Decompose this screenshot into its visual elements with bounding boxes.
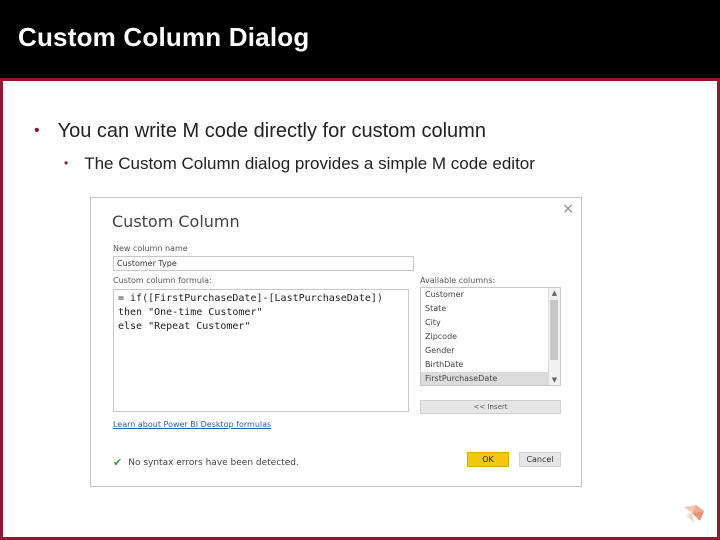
insert-button[interactable]: << Insert <box>420 400 561 414</box>
scroll-up-icon[interactable]: ▲ <box>549 288 560 298</box>
slide-title: Custom Column Dialog <box>18 22 310 52</box>
syntax-status: ✔ No syntax errors have been detected. <box>113 456 299 469</box>
bullet-dot: • <box>64 156 69 170</box>
column-item[interactable]: Customer <box>421 288 549 302</box>
cancel-button[interactable]: Cancel <box>519 452 561 467</box>
check-icon: ✔ <box>113 456 123 469</box>
header-rule <box>0 78 720 81</box>
column-item[interactable]: BirthDate <box>421 358 549 372</box>
column-item[interactable]: City <box>421 316 549 330</box>
ok-button[interactable]: OK <box>467 452 509 467</box>
available-columns-list: Customer State City Zipcode Gender Birth… <box>420 287 561 386</box>
learn-formulas-link[interactable]: Learn about Power BI Desktop formulas <box>113 420 271 429</box>
formula-label: Custom column formula: <box>113 276 212 285</box>
scroll-thumb[interactable] <box>550 300 558 360</box>
frame-left-border <box>0 81 3 540</box>
bullet-level-2: • The Custom Column dialog provides a sim… <box>64 154 535 174</box>
column-item[interactable]: Zipcode <box>421 330 549 344</box>
bullet-level-1: • You can write M code directly for custo… <box>34 120 486 143</box>
column-item-selected[interactable]: FirstPurchaseDate <box>421 372 549 385</box>
bullet-dot: • <box>34 122 40 139</box>
list-scrollbar[interactable]: ▲ ▼ <box>548 288 560 385</box>
close-icon[interactable]: × <box>562 201 574 217</box>
column-item[interactable]: Gender <box>421 344 549 358</box>
bullet-1-text: You can write M code directly for custom… <box>57 120 486 142</box>
status-text: No syntax errors have been detected. <box>128 458 299 468</box>
slide-header: Custom Column Dialog <box>0 0 720 78</box>
custom-column-dialog: Custom Column × New column name Customer… <box>90 197 582 487</box>
column-item[interactable]: State <box>421 302 549 316</box>
formula-line: = if([FirstPurchaseDate]-[LastPurchaseDa… <box>118 293 383 304</box>
available-columns-label: Available columns: <box>420 276 496 285</box>
corner-logo-icon <box>684 505 704 523</box>
formula-line: then "One-time Customer" <box>118 307 263 318</box>
new-column-name-label: New column name <box>113 244 188 253</box>
scroll-down-icon[interactable]: ▼ <box>549 375 560 385</box>
dialog-title: Custom Column <box>112 212 240 231</box>
bullet-2-text: The Custom Column dialog provides a simp… <box>84 154 535 173</box>
formula-line: else "Repeat Customer" <box>118 321 251 332</box>
new-column-name-input[interactable]: Customer Type <box>113 256 414 271</box>
formula-editor[interactable]: = if([FirstPurchaseDate]-[LastPurchaseDa… <box>113 289 409 412</box>
